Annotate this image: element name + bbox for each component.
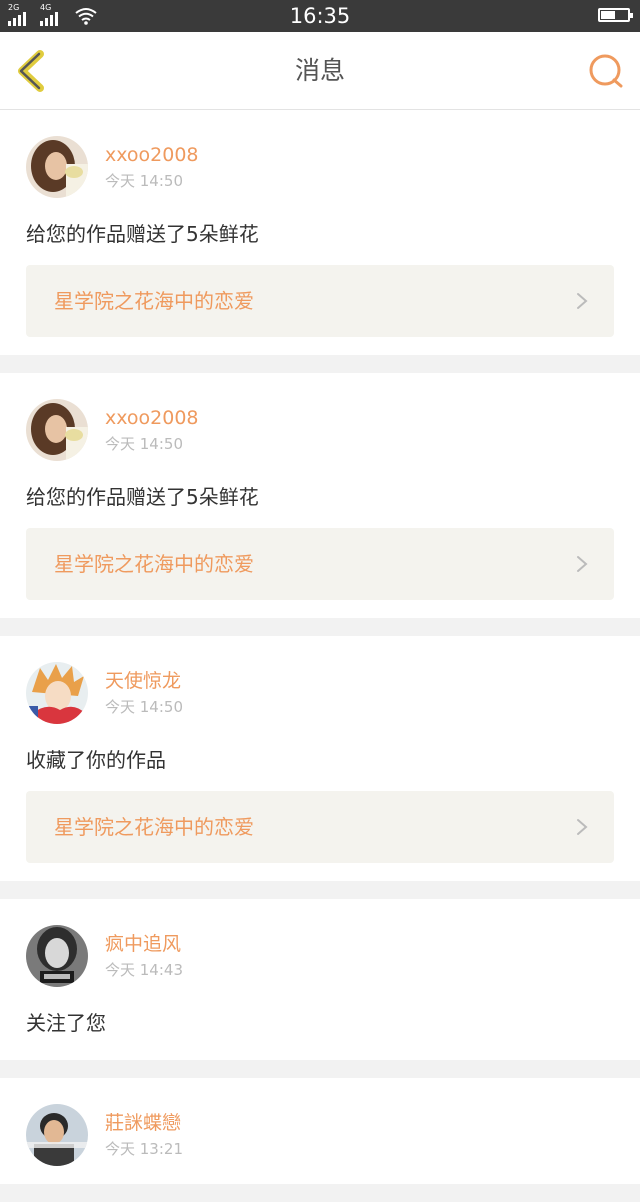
message-action-text: 收藏了你的作品 — [26, 748, 166, 772]
username-link[interactable]: xxoo2008 — [105, 143, 199, 167]
search-icon — [589, 54, 623, 88]
work-link[interactable]: 星学院之花海中的恋爱 — [26, 265, 614, 337]
page-title: 消息 — [294, 56, 345, 85]
message-user: 疯中追风 今天 14:43 — [26, 925, 614, 987]
work-title: 星学院之花海中的恋爱 — [54, 552, 254, 576]
back-button[interactable] — [14, 50, 54, 92]
search-button[interactable] — [586, 52, 626, 92]
avatar-anime-icon[interactable] — [26, 662, 88, 724]
message-time: 今天 13:21 — [105, 1140, 183, 1158]
message-item: 天使惊龙 今天 14:50 收藏了你的作品 星学院之花海中的恋爱 — [0, 636, 640, 881]
message-item: xxoo2008 今天 14:50 给您的作品赠送了5朵鲜花 星学院之花海中的恋… — [0, 373, 640, 618]
message-user: xxoo2008 今天 14:50 — [26, 136, 614, 198]
avatar-girl-icon[interactable] — [26, 136, 88, 198]
username-link[interactable]: 疯中追风 — [105, 932, 183, 956]
chevron-right-icon — [577, 819, 588, 835]
work-title: 星学院之花海中的恋爱 — [54, 289, 254, 313]
message-user: 莊詸蝶戀 今天 13:21 — [26, 1104, 614, 1166]
message-item: 疯中追风 今天 14:43 关注了您 — [0, 899, 640, 1060]
message-time: 今天 14:50 — [105, 435, 183, 453]
top-nav-bar: 消息 — [0, 32, 640, 110]
message-item: 莊詸蝶戀 今天 13:21 — [0, 1078, 640, 1184]
message-action-text: 给您的作品赠送了5朵鲜花 — [26, 485, 259, 509]
message-action-text: 给您的作品赠送了5朵鲜花 — [26, 222, 259, 246]
message-user: 天使惊龙 今天 14:50 — [26, 662, 614, 724]
message-item: xxoo2008 今天 14:50 给您的作品赠送了5朵鲜花 星学院之花海中的恋… — [0, 110, 640, 355]
status-bar: 2G 4G 16:35 — [0, 0, 640, 32]
message-time: 今天 14:50 — [105, 698, 183, 716]
avatar-portrait-icon[interactable] — [26, 925, 88, 987]
username-link[interactable]: xxoo2008 — [105, 406, 199, 430]
status-time: 16:35 — [289, 4, 351, 28]
username-link[interactable]: 莊詸蝶戀 — [105, 1111, 183, 1135]
message-list: xxoo2008 今天 14:50 给您的作品赠送了5朵鲜花 星学院之花海中的恋… — [0, 110, 640, 1202]
message-user: xxoo2008 今天 14:50 — [26, 399, 614, 461]
chevron-left-icon — [18, 50, 44, 92]
avatar-boy-icon[interactable] — [26, 1104, 88, 1166]
chevron-right-icon — [577, 556, 588, 572]
battery-icon — [598, 8, 633, 22]
message-action-text: 关注了您 — [26, 1011, 106, 1035]
avatar-girl-icon[interactable] — [26, 399, 88, 461]
work-link[interactable]: 星学院之花海中的恋爱 — [26, 528, 614, 600]
message-time: 今天 14:50 — [105, 172, 183, 190]
work-title: 星学院之花海中的恋爱 — [54, 815, 254, 839]
chevron-right-icon — [577, 293, 588, 309]
username-link[interactable]: 天使惊龙 — [105, 669, 183, 693]
message-time: 今天 14:43 — [105, 961, 183, 979]
work-link[interactable]: 星学院之花海中的恋爱 — [26, 791, 614, 863]
